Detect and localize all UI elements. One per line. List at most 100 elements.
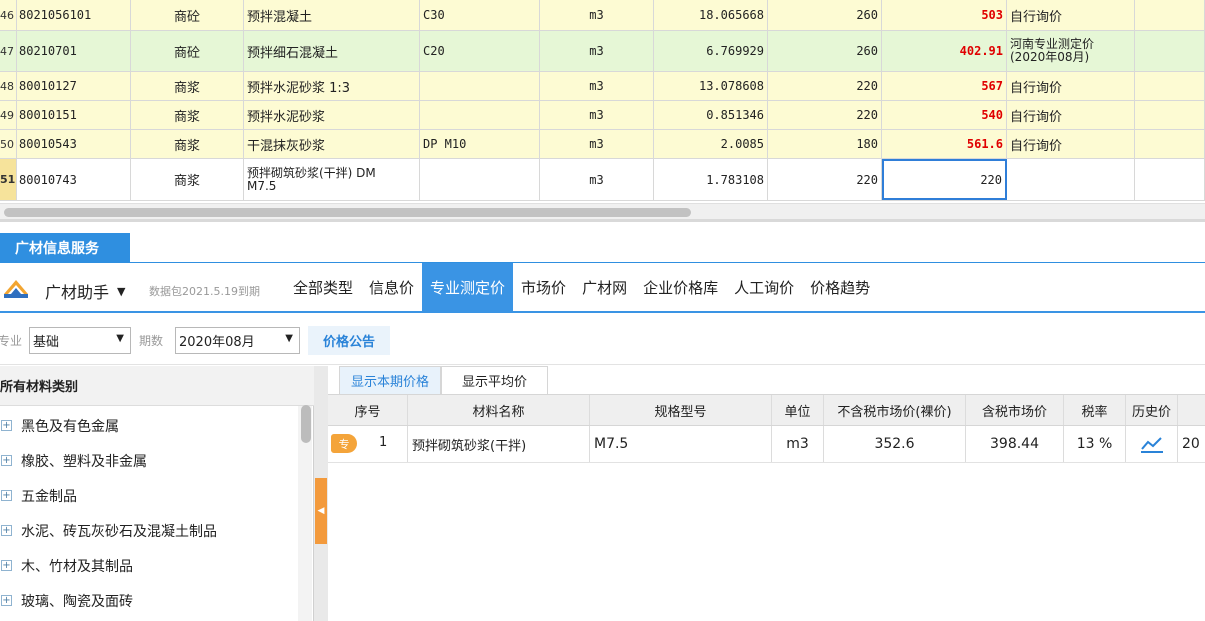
grid-row[interactable]: 50 80010543 商浆 干混抹灰砂浆 DP M10 m3 2.0085 1… <box>0 130 1205 159</box>
extra-cell[interactable] <box>1135 130 1205 158</box>
market-price-cell[interactable]: 503 <box>882 0 1007 30</box>
budget-price-cell[interactable]: 180 <box>768 130 882 158</box>
type-cell[interactable]: 商浆 <box>131 101 244 129</box>
tree-header[interactable]: 所有材料类别 <box>0 366 314 406</box>
header-no[interactable]: 序号 <box>328 395 408 425</box>
tab-professional-price[interactable]: 专业测定价 <box>422 263 514 311</box>
period-select[interactable]: 2020年08月 ▼ <box>175 327 300 354</box>
extra-cell[interactable] <box>1135 101 1205 129</box>
quantity-cell[interactable]: 1.783108 <box>654 159 768 200</box>
expand-plus-icon[interactable]: + <box>1 455 12 466</box>
tab-all-types[interactable]: 全部类型 <box>285 263 361 311</box>
expand-plus-icon[interactable]: + <box>1 525 12 536</box>
header-unit[interactable]: 单位 <box>772 395 824 425</box>
market-price-cell[interactable]: 561.6 <box>882 130 1007 158</box>
unit-cell[interactable]: m3 <box>540 101 654 129</box>
tab-price-trend[interactable]: 价格趋势 <box>802 263 878 311</box>
material-code-cell[interactable]: 80210701 <box>17 31 131 71</box>
expand-plus-icon[interactable]: + <box>1 560 12 571</box>
expand-plus-icon[interactable]: + <box>1 490 12 501</box>
extra-cell[interactable] <box>1135 159 1205 200</box>
tree-item[interactable]: + 五金制品 <box>0 478 77 513</box>
assistant-brand-menu[interactable]: 广材助手 ▼ <box>45 279 125 303</box>
tree-item[interactable]: + 橡胶、塑料及非金属 <box>0 443 147 478</box>
table-row[interactable]: 专 1 预拌砌筑砂浆(干拌) M7.5 m3 352.6 398.44 13 %… <box>328 426 1205 463</box>
tree-item[interactable]: + 玻璃、陶瓷及面砖 <box>0 583 133 618</box>
price-source-cell[interactable]: 自行询价 <box>1007 72 1135 100</box>
type-cell[interactable]: 商砼 <box>131 31 244 71</box>
header-name[interactable]: 材料名称 <box>408 395 590 425</box>
header-ex-tax-price[interactable]: 不含税市场价(裸价) <box>824 395 966 425</box>
tab-enterprise-price-library[interactable]: 企业价格库 <box>635 263 726 311</box>
budget-price-cell[interactable]: 220 <box>768 159 882 200</box>
subtab-current-period[interactable]: 显示本期价格 <box>339 366 442 394</box>
in-tax-price-cell[interactable]: 398.44 <box>966 426 1064 462</box>
history-price-cell[interactable] <box>1126 426 1178 462</box>
quantity-cell[interactable]: 6.769929 <box>654 31 768 71</box>
header-history[interactable]: 历史价 <box>1126 395 1178 425</box>
tab-market-price[interactable]: 市场价 <box>513 263 574 311</box>
horizontal-scrollbar[interactable] <box>0 203 1205 219</box>
type-cell[interactable]: 商浆 <box>131 159 244 200</box>
panel-splitter[interactable] <box>0 219 1205 222</box>
spec-cell[interactable]: DP M10 <box>420 130 540 158</box>
header-in-tax-price[interactable]: 含税市场价 <box>966 395 1064 425</box>
tab-info-price[interactable]: 信息价 <box>361 263 422 311</box>
material-code-cell[interactable]: 80010127 <box>17 72 131 100</box>
grid-row[interactable]: 47 80210701 商砼 预拌细石混凝土 C20 m3 6.769929 2… <box>0 31 1205 72</box>
name-cell[interactable]: 预拌水泥砂浆 <box>244 101 420 129</box>
material-code-cell[interactable]: 80010543 <box>17 130 131 158</box>
specialty-select[interactable]: 基础 ▼ <box>29 327 131 354</box>
material-code-cell[interactable]: 80010151 <box>17 101 131 129</box>
tree-scrollbar-thumb[interactable] <box>301 405 311 443</box>
header-spec[interactable]: 规格型号 <box>590 395 772 425</box>
price-source-cell[interactable]: 河南专业测定价 (2020年08月) <box>1007 31 1135 71</box>
spec-cell[interactable]: C30 <box>420 0 540 30</box>
budget-price-cell[interactable]: 260 <box>768 0 882 30</box>
horizontal-scrollbar-thumb[interactable] <box>4 208 691 217</box>
quantity-cell[interactable]: 18.065668 <box>654 0 768 30</box>
ex-tax-price-cell[interactable]: 352.6 <box>824 426 966 462</box>
tree-item[interactable]: + 水泥、砖瓦灰砂石及混凝土制品 <box>0 513 217 548</box>
market-price-cell[interactable]: 402.91 <box>882 31 1007 71</box>
tree-item[interactable]: + 黑色及有色金属 <box>0 408 119 443</box>
quantity-cell[interactable]: 0.851346 <box>654 101 768 129</box>
tree-item[interactable]: + 木、竹材及其制品 <box>0 548 133 583</box>
spec-cell[interactable] <box>420 72 540 100</box>
name-cell[interactable]: 预拌砌筑砂浆(干拌) DM M7.5 <box>244 159 420 200</box>
unit-cell[interactable]: m3 <box>540 31 654 71</box>
extra-cell[interactable] <box>1135 72 1205 100</box>
tab-manual-inquiry[interactable]: 人工询价 <box>726 263 802 311</box>
spec-cell[interactable] <box>420 159 540 200</box>
trend-chart-icon[interactable] <box>1140 435 1164 453</box>
expand-plus-icon[interactable]: + <box>1 420 12 431</box>
price-source-cell[interactable]: 自行询价 <box>1007 0 1135 30</box>
type-cell[interactable]: 商浆 <box>131 130 244 158</box>
price-source-cell[interactable]: 自行询价 <box>1007 101 1135 129</box>
price-source-cell[interactable]: 自行询价 <box>1007 130 1135 158</box>
quantity-cell[interactable]: 13.078608 <box>654 72 768 100</box>
material-code-cell[interactable]: 8021056101 <box>17 0 131 30</box>
expand-plus-icon[interactable]: + <box>1 595 12 606</box>
spec-cell[interactable]: C20 <box>420 31 540 71</box>
market-price-cell[interactable]: 540 <box>882 101 1007 129</box>
unit-cell[interactable]: m3 <box>540 159 654 200</box>
grid-row-selected[interactable]: 51 80010743 商浆 预拌砌筑砂浆(干拌) DM M7.5 m3 1.7… <box>0 159 1205 201</box>
type-cell[interactable]: 商砼 <box>131 0 244 30</box>
name-cell[interactable]: 预拌混凝土 <box>244 0 420 30</box>
subtab-average-price[interactable]: 显示平均价 <box>441 366 549 394</box>
spec-cell[interactable] <box>420 101 540 129</box>
price-notice-button[interactable]: 价格公告 <box>308 326 390 355</box>
name-cell[interactable]: 预拌细石混凝土 <box>244 31 420 71</box>
grid-row[interactable]: 49 80010151 商浆 预拌水泥砂浆 m3 0.851346 220 54… <box>0 101 1205 130</box>
collapse-left-handle[interactable]: ◀ <box>315 478 327 544</box>
type-cell[interactable]: 商浆 <box>131 72 244 100</box>
quantity-cell[interactable]: 2.0085 <box>654 130 768 158</box>
market-price-cell[interactable]: 567 <box>882 72 1007 100</box>
budget-price-cell[interactable]: 220 <box>768 72 882 100</box>
header-tax-rate[interactable]: 税率 <box>1064 395 1126 425</box>
name-cell[interactable]: 预拌水泥砂浆 1:3 <box>244 72 420 100</box>
price-source-cell[interactable] <box>1007 159 1135 200</box>
unit-cell[interactable]: m3 <box>540 130 654 158</box>
market-price-cell-editing[interactable]: 220 <box>882 159 1007 200</box>
